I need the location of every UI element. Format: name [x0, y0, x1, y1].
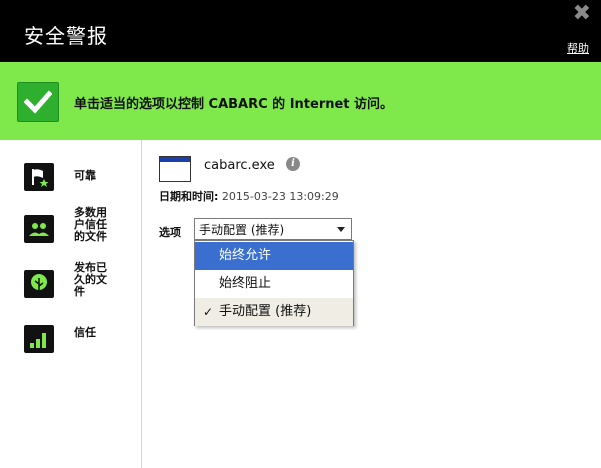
- help-link[interactable]: 帮助: [567, 40, 589, 56]
- sidebar-item-published[interactable]: 发布已久的文件: [24, 262, 114, 298]
- chevron-down-icon: [337, 227, 345, 232]
- status-banner: 单击适当的选项以控制 CABARC 的 Internet 访问。: [0, 62, 601, 140]
- options-label: 选项: [159, 226, 181, 239]
- option-label: 始终允许: [219, 248, 272, 263]
- window-title: 安全警报: [24, 24, 108, 48]
- option-always-allow[interactable]: 始终允许: [195, 242, 353, 270]
- tree-icon: [24, 270, 54, 298]
- options-dropdown: 始终允许 始终阻止 ✓ 手动配置 (推荐): [194, 240, 354, 326]
- options-select[interactable]: 手动配置 (推荐): [194, 218, 352, 240]
- datetime-value: 2015-03-23 13:09:29: [221, 190, 339, 203]
- sidebar-item-label: 发布已久的文件: [74, 261, 107, 298]
- sidebar-item-many-users[interactable]: 多数用户信任的文件: [24, 207, 114, 243]
- sidebar-item-label: 可靠: [74, 169, 96, 182]
- title-bar: 安全警报 ✖ 帮助: [0, 0, 601, 62]
- application-icon: [159, 156, 191, 182]
- main-content: 可靠 多数用户信任的文件 发布已久的文件 信任 cabarc.exe i 日期和…: [0, 140, 601, 468]
- datetime-label: 日期和时间:: [159, 190, 219, 203]
- banner-message: 单击适当的选项以控制 CABARC 的 Internet 访问。: [74, 97, 394, 112]
- option-manual-config[interactable]: ✓ 手动配置 (推荐): [195, 298, 353, 326]
- checkmark-icon: [17, 82, 59, 122]
- info-icon[interactable]: i: [286, 157, 300, 171]
- option-always-block[interactable]: 始终阻止: [195, 270, 353, 298]
- options-selected-value: 手动配置 (推荐): [199, 223, 285, 237]
- file-name: cabarc.exe: [204, 158, 275, 173]
- option-label: 手动配置 (推荐): [219, 304, 312, 319]
- file-datetime: 日期和时间: 2015-03-23 13:09:29: [159, 188, 339, 204]
- sidebar-item-trust[interactable]: 信任: [24, 325, 114, 353]
- sidebar-item-reliable[interactable]: 可靠: [24, 163, 114, 191]
- checkmark-icon: ✓: [203, 305, 214, 319]
- flag-star-icon: [24, 163, 54, 191]
- users-icon: [24, 215, 54, 243]
- sidebar-item-label: 信任: [74, 326, 96, 339]
- close-icon[interactable]: ✖: [573, 2, 591, 26]
- sidebar: 可靠 多数用户信任的文件 发布已久的文件 信任: [0, 140, 142, 468]
- signal-bars-icon: [24, 325, 54, 353]
- option-label: 始终阻止: [219, 276, 272, 291]
- sidebar-item-label: 多数用户信任的文件: [74, 206, 107, 243]
